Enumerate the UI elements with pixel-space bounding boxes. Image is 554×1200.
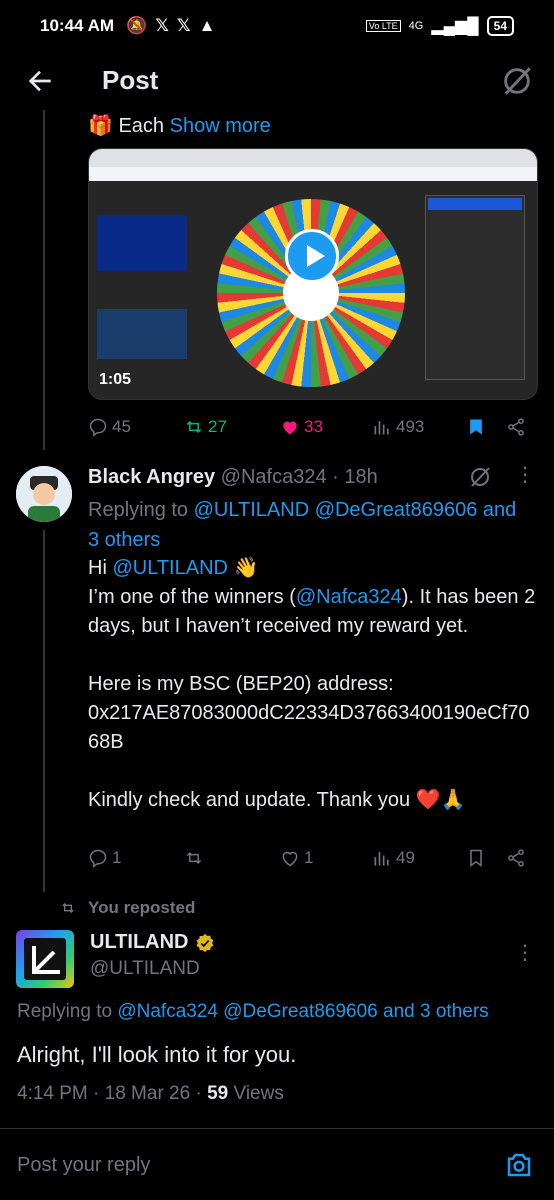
- others-link[interactable]: and 3 others: [383, 1001, 489, 1022]
- status-bar: 10:44 AM 🔕 𝕏 𝕏 ▲ Vo LTE 4G ▂▄▆█ 54: [0, 0, 554, 52]
- address-label: Here is my BSC (BEP20) address:: [88, 673, 394, 695]
- wave-emoji: 👋: [233, 557, 259, 579]
- video-frame-toolbar: [428, 198, 522, 210]
- x-logo-icon: 𝕏: [176, 16, 191, 35]
- play-icon[interactable]: [285, 229, 339, 283]
- signal-icon: ▂▄▆█: [431, 18, 479, 35]
- show-more-link[interactable]: Show more: [170, 115, 271, 137]
- views-count[interactable]: 59: [207, 1083, 228, 1104]
- replying-to: Replying to @Nafca324 @DeGreat869606 and…: [17, 1001, 489, 1022]
- x-logo-icon: 𝕏: [155, 16, 169, 35]
- spinning-wheel-graphic: [217, 199, 405, 387]
- reply-icon: [89, 418, 107, 437]
- video-frame-banner: [97, 309, 187, 359]
- volte-icon: Vo LTE: [365, 20, 401, 32]
- grok-icon[interactable]: [500, 64, 534, 98]
- video-frame-browser-tabs: [89, 149, 537, 167]
- repost-icon: [186, 420, 202, 434]
- bookmark-button[interactable]: [466, 417, 486, 437]
- more-options-icon[interactable]: ⋮: [515, 465, 535, 486]
- tweet-meta: 4:14 PM · 18 Mar 26 · 59 Views: [17, 1083, 284, 1105]
- thread-line: [43, 530, 45, 892]
- main-tweet-text: Alright, I'll look into it for you.: [17, 1042, 297, 1067]
- repost-icon: [186, 851, 202, 865]
- status-notification-icons: 🔕 𝕏 𝕏 ▲: [126, 16, 215, 36]
- mention-link[interactable]: @ULTILAND: [112, 557, 228, 579]
- top-bar: Post: [0, 52, 554, 110]
- video-frame-browser-url: [89, 167, 537, 181]
- gallery-icon: ▲: [198, 16, 216, 35]
- heart-filled-icon: [283, 421, 297, 435]
- verified-gold-badge-icon: [196, 933, 213, 952]
- bookmark-button[interactable]: [466, 848, 486, 868]
- tweet-text-truncated: 🎁 Each Show more: [88, 115, 271, 137]
- views-button[interactable]: 49: [372, 848, 415, 868]
- tweet-timestamp: 4:14 PM · 18 Mar 26 ·: [17, 1083, 202, 1104]
- mention-link[interactable]: @Nafca324: [296, 586, 402, 608]
- share-button[interactable]: [506, 848, 526, 868]
- mention-link[interactable]: @Nafca324 @DeGreat869606: [117, 1001, 377, 1022]
- back-arrow-icon[interactable]: [24, 65, 56, 97]
- camera-icon[interactable]: [504, 1150, 534, 1180]
- replying-to: Replying to @ULTILAND @DeGreat869606 and…: [88, 499, 517, 551]
- like-button[interactable]: 33: [280, 417, 323, 437]
- reply-button[interactable]: 1: [88, 848, 121, 868]
- main-author-name-line: ULTILAND: [90, 931, 215, 954]
- avatar[interactable]: [16, 930, 74, 988]
- views-button[interactable]: 493: [372, 417, 424, 437]
- share-icon: [508, 418, 524, 436]
- status-system-icons: Vo LTE 4G ▂▄▆█ 54: [365, 16, 514, 36]
- like-button[interactable]: 1: [280, 848, 313, 868]
- handle[interactable]: @Nafca324: [221, 466, 327, 488]
- divider: [0, 1128, 554, 1129]
- bookmark-icon: [470, 849, 482, 867]
- bookmark-filled-icon: [470, 419, 482, 435]
- timestamp: · 18h: [332, 466, 378, 488]
- page-title: Post: [102, 65, 159, 95]
- status-time: 10:44 AM: [40, 16, 115, 35]
- mention-link[interactable]: @ULTILAND @DeGreat869606: [194, 499, 478, 521]
- avatar-illustration: [16, 466, 72, 522]
- video-player[interactable]: 1:05: [88, 148, 538, 400]
- display-name[interactable]: Black Angrey: [88, 466, 215, 488]
- thread-line: [43, 110, 45, 450]
- grok-icon[interactable]: [468, 465, 492, 489]
- reply-author-line: Black Angrey @Nafca324 · 18h: [88, 466, 378, 489]
- reply-body: Hi @ULTILAND 👋 I’m one of the winners (@…: [88, 554, 538, 815]
- battery-icon: 54: [486, 16, 514, 36]
- share-icon: [508, 849, 524, 867]
- more-options-icon[interactable]: ⋮: [515, 943, 535, 964]
- video-frame-content: [89, 181, 537, 399]
- views-label[interactable]: Views: [234, 1083, 284, 1104]
- repost-button[interactable]: [184, 848, 204, 868]
- heart-pray-emoji: ❤️🙏: [415, 789, 466, 811]
- gift-emoji: 🎁: [88, 115, 113, 137]
- network-type: 4G: [408, 20, 424, 32]
- views-icon: [374, 852, 389, 866]
- reply-icon: [89, 849, 107, 868]
- repost-context: You reposted: [60, 898, 195, 918]
- avatar[interactable]: [16, 466, 72, 522]
- video-duration: 1:05: [99, 371, 132, 388]
- display-name[interactable]: ULTILAND: [90, 931, 189, 954]
- share-button[interactable]: [506, 417, 526, 437]
- video-frame-banner: [97, 215, 187, 271]
- handle[interactable]: @ULTILAND: [90, 958, 200, 980]
- repost-button[interactable]: 27: [184, 417, 227, 437]
- heart-icon: [282, 851, 298, 867]
- views-icon: [374, 421, 389, 435]
- reply-button[interactable]: 45: [88, 417, 131, 437]
- repost-icon: [62, 903, 74, 913]
- wallet-address: 0x217AE87083000dC22334D37663400190eCf706…: [88, 702, 530, 753]
- mute-icon: 🔕: [126, 16, 148, 35]
- ultiland-logo-icon: [32, 946, 60, 974]
- reply-input[interactable]: Post your reply: [17, 1154, 150, 1177]
- video-frame-name-list: [425, 195, 525, 380]
